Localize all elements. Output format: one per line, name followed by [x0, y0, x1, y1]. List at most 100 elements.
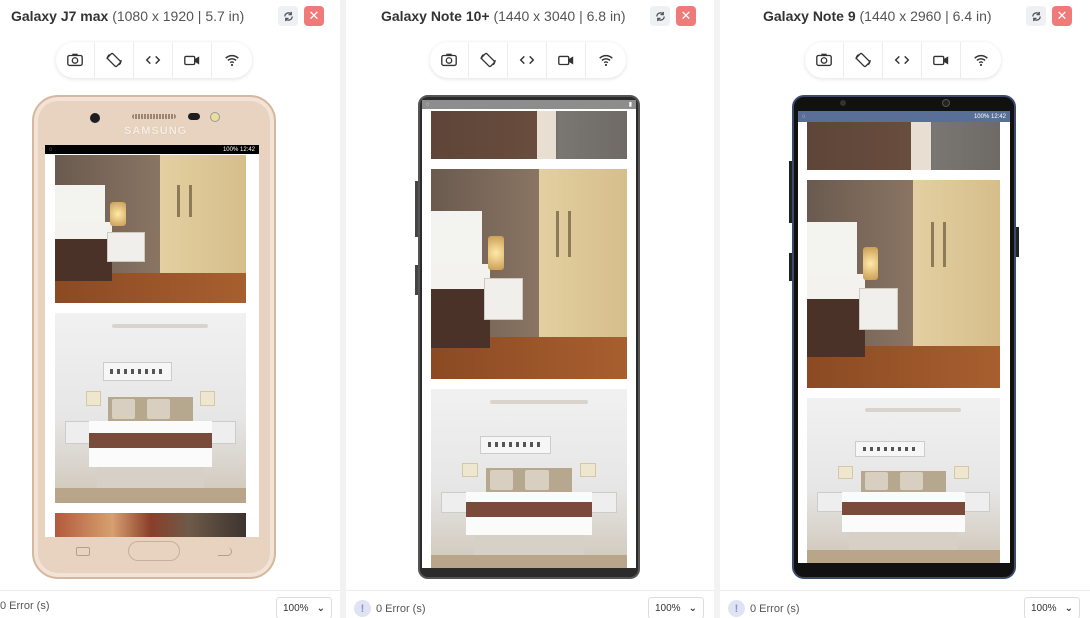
refresh-icon [283, 11, 293, 21]
gallery-image[interactable] [431, 111, 627, 159]
network-button[interactable] [212, 42, 251, 78]
status-right: 100% 12:42 [223, 147, 255, 153]
rotate-device-button[interactable] [278, 6, 298, 26]
wifi-icon [598, 54, 613, 67]
rotate-screen-icon [480, 52, 496, 68]
device-footer: 0 Error (s) 100% ⌄ [0, 590, 340, 618]
error-text: 0 Error (s) [0, 600, 50, 612]
status-bar: ◌ 100% 12:42 [45, 145, 259, 154]
front-camera [90, 113, 100, 123]
rotate-screen-button[interactable] [469, 42, 508, 78]
rotate-screen-icon [106, 52, 122, 68]
network-button[interactable] [961, 42, 1000, 78]
side-button [1016, 227, 1019, 257]
brand-logo: SAMSUNG [124, 125, 188, 137]
rotate-device-button[interactable] [1026, 6, 1046, 26]
flash [210, 112, 220, 122]
screenshot-button[interactable] [430, 42, 469, 78]
chevron-down-icon: ⌄ [1064, 602, 1073, 614]
sync-icon: ◌ [49, 146, 53, 153]
close-device-button[interactable]: ✕ [676, 6, 696, 26]
rotate-device-button[interactable] [650, 6, 670, 26]
back-icon[interactable] [218, 547, 232, 556]
record-video-button[interactable] [547, 42, 586, 78]
device-panel-note9: Galaxy Note 9 (1440 x 2960 | 6.4 in) ✕ ◌ [720, 0, 1090, 618]
side-button [415, 265, 418, 295]
gallery-image[interactable] [807, 122, 1000, 170]
device-footer: ! 0 Error (s) 100% ⌄ [720, 590, 1090, 618]
error-count[interactable]: ! 0 Error (s) [354, 600, 426, 617]
device-spec: (1080 x 1920 | 5.7 in) [112, 8, 245, 24]
camera-icon [441, 53, 457, 67]
gallery-image[interactable] [807, 398, 1000, 563]
zoom-select[interactable]: 100% ⌄ [1024, 597, 1080, 618]
chevron-down-icon: ⌄ [316, 602, 325, 614]
gallery-image[interactable] [431, 389, 627, 568]
close-device-button[interactable]: ✕ [1052, 6, 1072, 26]
device-name: Galaxy J7 max [11, 8, 109, 24]
device-title: Galaxy Note 10+ (1440 x 3040 | 6.8 in) [381, 8, 626, 24]
zoom-value: 100% [655, 602, 681, 614]
inspect-code-button[interactable] [134, 42, 173, 78]
status-bar: ◌ 100% 12:42 [798, 111, 1010, 122]
network-button[interactable] [586, 42, 625, 78]
code-icon [145, 55, 161, 65]
gallery-image[interactable] [55, 313, 246, 503]
zoom-select[interactable]: 100% ⌄ [648, 597, 704, 618]
inspect-code-button[interactable] [508, 42, 547, 78]
error-count[interactable]: ! 0 Error (s) [728, 600, 800, 617]
responsive-preview: Galaxy J7 max (1080 x 1920 | 5.7 in) ✕ S… [0, 0, 1090, 618]
record-video-button[interactable] [922, 42, 961, 78]
info-icon: ! [354, 600, 371, 617]
record-video-button[interactable] [173, 42, 212, 78]
front-camera [942, 99, 950, 107]
close-icon: ✕ [308, 8, 320, 23]
device-screen[interactable]: ◌ ▮ [422, 100, 636, 568]
zoom-value: 100% [1031, 602, 1057, 614]
sensor [840, 100, 846, 106]
error-text: 0 Error (s) [750, 602, 800, 615]
status-bar: ◌ ▮ [422, 100, 636, 109]
sync-icon: ◌ [802, 113, 806, 120]
close-icon: ✕ [1056, 8, 1068, 23]
rotate-screen-button[interactable] [95, 42, 134, 78]
inspect-code-button[interactable] [883, 42, 922, 78]
screenshot-button[interactable] [805, 42, 844, 78]
camera-icon [816, 53, 832, 67]
gallery-image[interactable] [807, 180, 1000, 388]
gallery-image[interactable] [55, 513, 246, 537]
gallery-image[interactable] [431, 169, 627, 379]
device-title: Galaxy J7 max (1080 x 1920 | 5.7 in) [11, 8, 244, 24]
device-footer: ! 0 Error (s) 100% ⌄ [346, 590, 714, 618]
wifi-icon [973, 54, 988, 67]
side-button [789, 253, 792, 281]
battery-level: 100% [222, 146, 239, 153]
refresh-icon [655, 11, 665, 21]
device-screen[interactable]: ◌ 100% 12:42 [798, 111, 1010, 563]
screenshot-button[interactable] [56, 42, 95, 78]
side-button [789, 161, 792, 223]
device-toolbar [56, 42, 252, 78]
info-icon: ! [728, 600, 745, 617]
clock: 12:42 [239, 146, 255, 153]
home-button[interactable] [128, 541, 180, 561]
gallery-image[interactable] [55, 155, 246, 303]
phone-frame-j7: SAMSUNG ◌ 100% 12:42 [32, 95, 276, 579]
rotate-screen-icon [855, 52, 871, 68]
camera-icon [67, 53, 83, 67]
video-icon [558, 55, 574, 66]
phone-frame-note9: ◌ 100% 12:42 [789, 95, 1019, 579]
device-screen[interactable]: ◌ 100% 12:42 [45, 145, 259, 537]
close-icon: ✕ [680, 8, 692, 23]
proximity-sensor [188, 113, 200, 120]
error-count[interactable]: 0 Error (s) [0, 600, 50, 612]
recent-apps-icon[interactable] [76, 547, 90, 556]
rotate-screen-button[interactable] [844, 42, 883, 78]
sync-icon: ◌ [426, 101, 430, 108]
speaker-grille [132, 114, 176, 119]
side-button [415, 181, 418, 237]
device-spec: (1440 x 3040 | 6.8 in) [493, 8, 626, 24]
close-device-button[interactable]: ✕ [304, 6, 324, 26]
zoom-select[interactable]: 100% ⌄ [276, 597, 332, 618]
code-icon [519, 55, 535, 65]
